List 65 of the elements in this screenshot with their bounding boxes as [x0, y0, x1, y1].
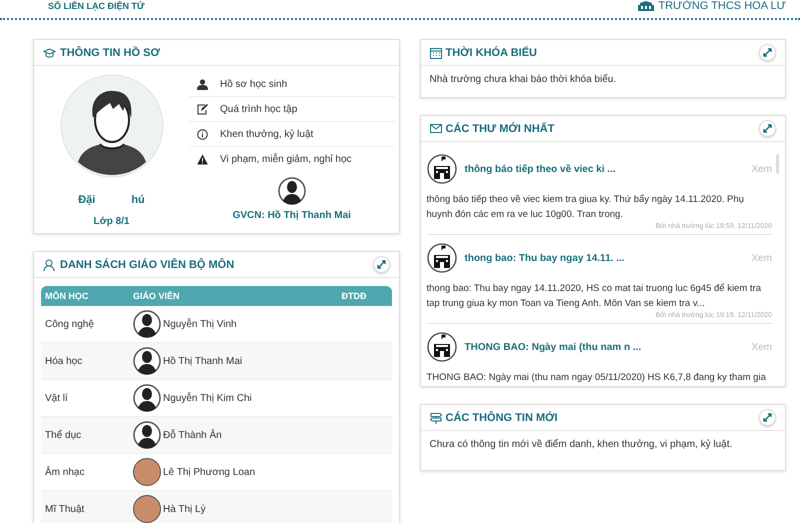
edit-icon — [197, 104, 208, 114]
student-name: hú — [131, 194, 145, 206]
empty-message: Nhà trường chưa khai báo thời khóa biểu. — [428, 72, 618, 87]
subject-cell-text: Công nghệ — [44, 318, 95, 330]
profile-menu-item[interactable]: Quá trình học tập — [189, 97, 394, 122]
graduation-cap-icon — [43, 48, 56, 58]
expand-button[interactable] — [759, 120, 776, 137]
app-title: SỐ LIÊN LẠC ĐIỆN TỬ — [48, 0, 144, 11]
subject-cell-text: Vật lí — [44, 392, 69, 404]
warning-icon — [197, 154, 208, 164]
homeroom-teacher: GVCN: Hồ Thị Thanh Mai — [232, 210, 351, 221]
message-subject[interactable]: THONG BAO: Ngày mai (thu nam n ... — [464, 342, 642, 352]
message-subject[interactable]: thông báo tiếp theo về viec ki ... — [464, 164, 616, 174]
card-title: CÁC THƯ MỚI NHẤT — [446, 122, 554, 134]
teacher-cell: Hồ Thị Thanh Mai — [163, 356, 242, 366]
avatar-silhouette — [133, 384, 161, 412]
teacher-cell: Lê Thị Phương Loan — [163, 466, 256, 478]
column-header: ĐTDĐ — [342, 291, 368, 301]
avatar-silhouette — [133, 347, 161, 375]
expand-button[interactable] — [759, 409, 776, 426]
teacher-cell: Nguyễn Thị Vinh — [163, 318, 237, 330]
card-title: DANH SÁCH GIÁO VIÊN BỘ MÔN — [60, 258, 234, 270]
expand-button[interactable] — [759, 44, 776, 61]
expand-button[interactable] — [372, 256, 390, 273]
column-header: MÔN HỌC — [44, 291, 90, 301]
profile-menu-item[interactable]: Vi phạm, miễn giảm, nghỉ học — [189, 147, 394, 171]
subject-cell-text: Mĩ Thuật — [44, 504, 86, 514]
column-header: GIÁO VIÊN — [133, 291, 181, 301]
avatar-silhouette — [133, 310, 161, 338]
envelope-icon — [430, 124, 442, 133]
message-body: thong bao: Thu bay ngay 14.11.2020, HS co mat tai truong luc 6g45 để kiem tra tap trung giua ky mon Toan va Tieng Anh. Môn Van se kiem tra v... — [426, 282, 762, 311]
empty-message: Chưa có thông tin mới về điểm danh, khen thưởng, vi phạm, kỷ luật. — [428, 438, 734, 452]
avatar-silhouette — [133, 421, 161, 449]
profile-menu-item[interactable]: Hồ sơ học sinh — [189, 72, 394, 97]
person-icon — [197, 78, 208, 90]
school-building-icon — [426, 332, 456, 362]
student-name: Đặi — [78, 194, 96, 206]
photo-placeholder — [133, 458, 161, 486]
expand-icon — [763, 48, 772, 57]
scrollbar[interactable] — [776, 154, 779, 174]
student-class: Lớp 8/1 — [93, 216, 130, 227]
message-body: THONG BAO: Ngày mai (thu nam ngay 05/11/2020) HS K6,7,8 đang ky tham gia — [426, 371, 767, 385]
calendar-icon — [430, 46, 442, 58]
expand-icon — [763, 413, 772, 422]
expand-icon — [763, 124, 772, 133]
photo-placeholder — [133, 495, 161, 523]
message-subject[interactable]: thong bao: Thu bay ngay 14.11. ... — [464, 252, 625, 264]
subject-cell-text: Thể dục — [44, 430, 82, 440]
school-building-icon — [426, 154, 456, 184]
school-building-icon — [426, 243, 456, 273]
message-body: thông báo tiếp theo về viec kiem tra giua ky. Thứ bẩy ngày 14.11.2020. Phụ huynh đón các em ra ve luc 10g00. Tran trong. — [426, 193, 745, 222]
card-title: CÁC THÔNG TIN MỚI — [446, 412, 558, 424]
profile-menu-item[interactable]: Khen thưởng, kỷ luật — [189, 122, 394, 147]
subject-cell-text: Hóa học — [44, 356, 84, 366]
expand-icon — [376, 260, 386, 269]
teacher-cell: Hà Thị Lý — [163, 504, 206, 514]
people-icon — [43, 258, 56, 270]
teacher-cell: Đỗ Thành Ân — [163, 430, 222, 440]
teacher-cell: Nguyễn Thị Kim Chi — [163, 392, 252, 404]
info-icon — [197, 128, 208, 140]
signpost-icon — [430, 412, 442, 424]
subject-cell-text: Âm nhạc — [44, 466, 86, 478]
card-title: THÔNG TIN HỒ SƠ — [60, 46, 160, 58]
avatar-silhouette — [278, 177, 306, 205]
card-title: THỜI KHÓA BIỂU — [446, 46, 537, 58]
